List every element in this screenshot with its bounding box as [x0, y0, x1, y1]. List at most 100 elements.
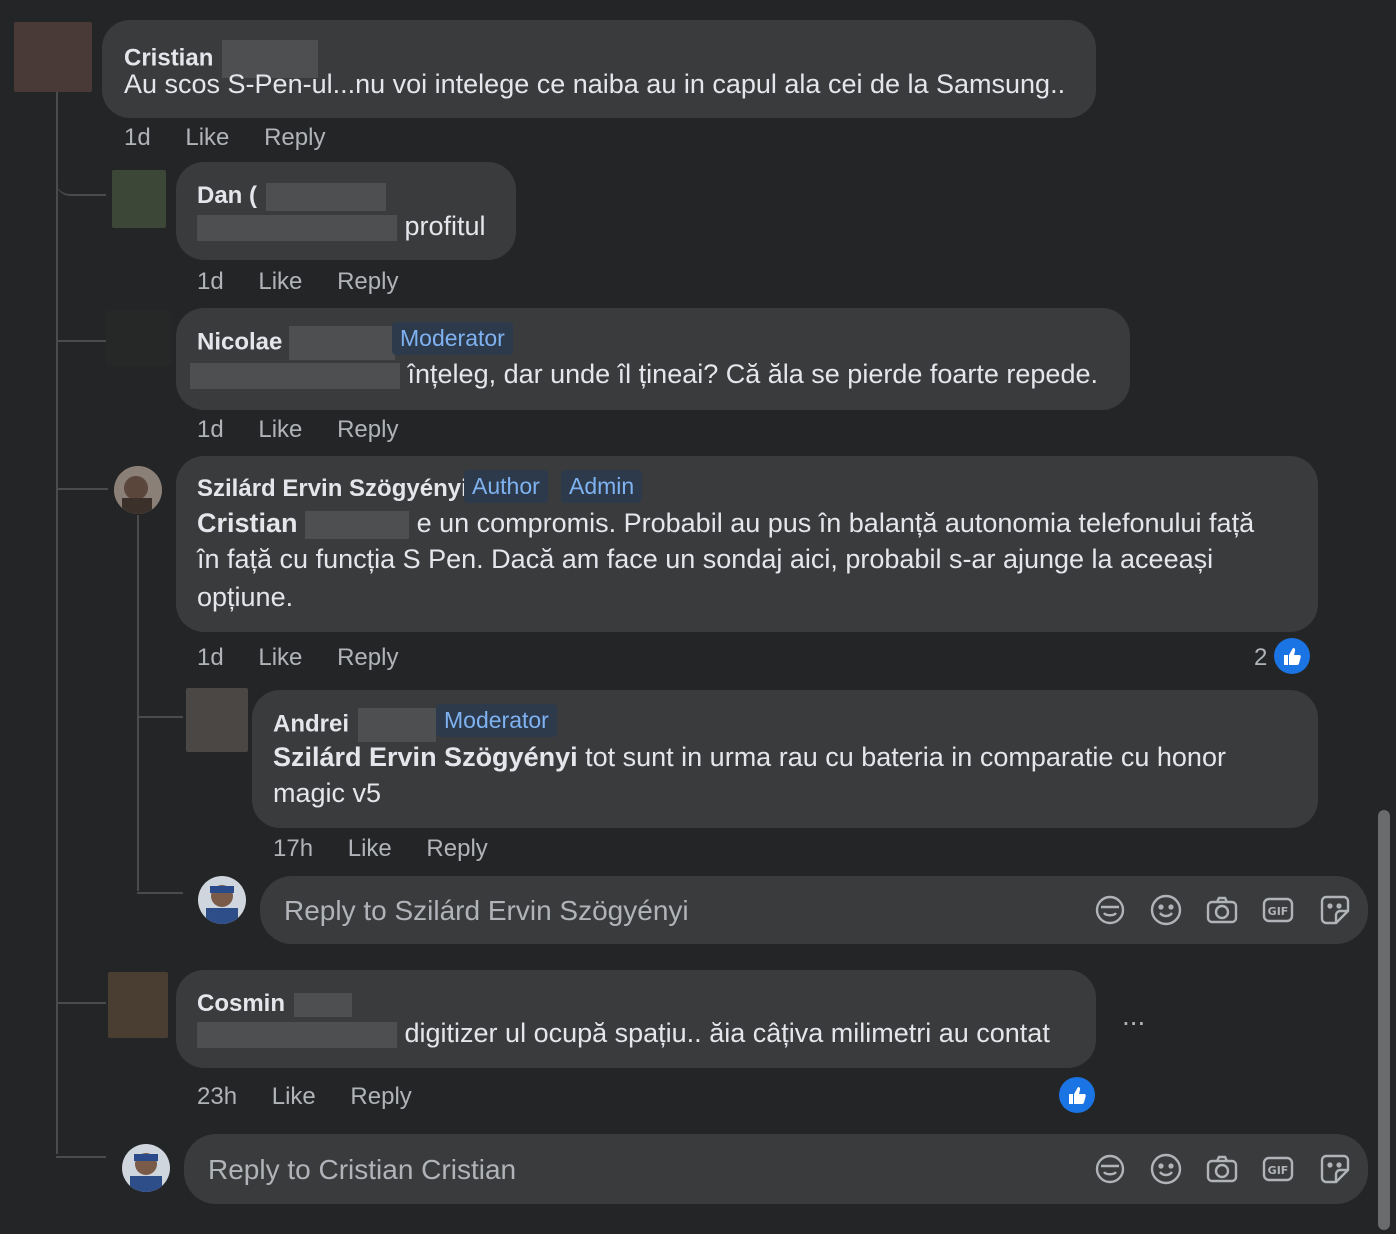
author-name[interactable]: Nicolae	[197, 328, 282, 355]
comment-author[interactable]: Szilárd Ervin Szögyényi	[197, 475, 468, 503]
moderator-badge: Moderator	[392, 322, 513, 355]
user-avatar-icon	[198, 876, 246, 924]
comment-text: înțeleg, dar unde îl țineai? Că ăla se p…	[190, 356, 1098, 393]
svg-text:GIF: GIF	[1268, 905, 1289, 918]
avatar[interactable]	[106, 310, 172, 366]
thread-connector	[137, 690, 183, 718]
avatar[interactable]	[112, 170, 166, 228]
redacted-block	[293, 992, 352, 1017]
avatar-portrait-icon	[114, 466, 162, 514]
sticker-icon[interactable]	[1318, 893, 1352, 927]
reply-button[interactable]: Reply	[337, 268, 398, 295]
reply-button[interactable]: Reply	[426, 835, 487, 862]
author-badge: Author	[464, 470, 548, 503]
comment-text: profitul	[197, 208, 486, 245]
like-button[interactable]: Like	[348, 835, 392, 862]
svg-text:GIF: GIF	[1268, 1164, 1289, 1177]
author-name[interactable]: Dan (	[197, 182, 257, 209]
thread-connector	[56, 314, 106, 342]
like-button[interactable]: Like	[258, 416, 302, 443]
like-button[interactable]: Like	[258, 644, 302, 671]
comment-actions: 1d Like Reply	[124, 124, 353, 152]
like-reaction-icon[interactable]	[1059, 1077, 1095, 1113]
avatar-sticker-icon[interactable]	[1093, 1152, 1127, 1186]
moderator-badge: Moderator	[436, 704, 557, 737]
comment-text: opțiune.	[197, 582, 294, 612]
reply-input[interactable]	[282, 888, 1066, 934]
reply-button[interactable]: Reply	[264, 124, 325, 151]
author-name[interactable]: Andrei	[273, 710, 349, 737]
redacted-block	[305, 510, 410, 539]
emoji-icon[interactable]	[1149, 1152, 1183, 1186]
comment-text-content: e un compromis. Probabil au pus în balan…	[416, 508, 1255, 538]
scrollbar-thumb[interactable]	[1378, 810, 1390, 1230]
comment-time[interactable]: 1d	[197, 416, 224, 443]
mention-link[interactable]: Cristian	[197, 508, 298, 538]
comment-actions: 1d Like Reply	[197, 644, 426, 672]
user-avatar-icon	[122, 1144, 170, 1192]
comment-time[interactable]: 17h	[273, 835, 313, 862]
avatar[interactable]	[114, 466, 162, 514]
comment-text: Au scos S-Pen-ul...nu voi intelege ce na…	[124, 69, 1066, 99]
comment-text: digitizer ul ocupă spațiu.. ăia câțiva m…	[197, 1015, 1050, 1052]
thumbs-up-icon	[1284, 648, 1301, 665]
comment-time[interactable]: 23h	[197, 1083, 237, 1110]
gif-icon[interactable]: GIF	[1261, 893, 1295, 927]
avatar[interactable]	[108, 972, 168, 1038]
comment-time[interactable]: 1d	[197, 644, 224, 671]
redacted-block	[190, 362, 400, 389]
thread-connector	[56, 976, 106, 1004]
gif-icon[interactable]: GIF	[1261, 1152, 1295, 1186]
current-user-avatar[interactable]	[198, 876, 246, 924]
avatar[interactable]	[14, 22, 92, 92]
comment-text-content: tot sunt in urma rau cu bateria in compa…	[585, 742, 1226, 772]
like-reaction-icon[interactable]	[1274, 638, 1310, 674]
avatar-sticker-icon[interactable]	[1093, 893, 1127, 927]
admin-badge: Admin	[561, 470, 643, 503]
current-user-avatar[interactable]	[122, 1144, 170, 1192]
redacted-block	[197, 1021, 397, 1048]
comment-author[interactable]: Nicolae	[197, 326, 396, 360]
comment-time[interactable]: 1d	[124, 124, 151, 151]
comment-text-content: înțeleg, dar unde îl țineai? Că ăla se p…	[407, 359, 1098, 389]
avatar[interactable]	[186, 688, 248, 752]
mention-link[interactable]: Szilárd Ervin Szögyényi	[273, 742, 578, 772]
comment-author[interactable]: Andrei	[273, 708, 436, 742]
reaction-count[interactable]: 2	[1254, 644, 1267, 672]
thread-connector	[137, 866, 183, 894]
emoji-icon[interactable]	[1149, 893, 1183, 927]
comment-text: în față cu funcția S Pen. Dacă am face u…	[197, 544, 1214, 574]
like-button[interactable]: Like	[258, 268, 302, 295]
thread-connector	[56, 1130, 106, 1158]
comment-actions: 1d Like Reply	[197, 268, 426, 296]
comment-text-content: profitul	[404, 211, 486, 241]
thread-connector	[56, 168, 106, 196]
comment-text: Cristian e un compromis. Probabil au pus…	[197, 505, 1254, 542]
redacted-block	[289, 326, 396, 360]
author-name[interactable]: Cosmin	[197, 990, 285, 1017]
reply-button[interactable]: Reply	[337, 644, 398, 671]
like-button[interactable]: Like	[272, 1083, 316, 1110]
like-button[interactable]: Like	[185, 124, 229, 151]
reply-button[interactable]: Reply	[350, 1083, 411, 1110]
more-options-button[interactable]: ...	[1122, 1000, 1145, 1032]
redacted-block	[357, 708, 436, 742]
comment-author[interactable]: Dan (	[197, 182, 386, 211]
sticker-icon[interactable]	[1318, 1152, 1352, 1186]
comment-actions: 1d Like Reply	[197, 416, 426, 444]
comment-text-content: digitizer ul ocupă spațiu.. ăia câțiva m…	[404, 1018, 1050, 1048]
comment-time[interactable]: 1d	[197, 268, 224, 295]
redacted-block	[197, 214, 397, 241]
comment-author[interactable]: Cosmin	[197, 990, 352, 1018]
camera-icon[interactable]	[1205, 1152, 1239, 1186]
camera-icon[interactable]	[1205, 893, 1239, 927]
thumbs-up-icon	[1069, 1087, 1086, 1104]
reply-input[interactable]	[206, 1147, 1030, 1193]
reply-button[interactable]: Reply	[337, 416, 398, 443]
redacted-block	[265, 182, 386, 211]
comment-text: magic v5	[273, 778, 382, 808]
comment-actions: 17h Like Reply	[273, 835, 516, 863]
comment-actions: 23h Like Reply	[197, 1083, 440, 1111]
thread-connector	[56, 462, 108, 490]
comment-text: Szilárd Ervin Szögyényi tot sunt in urma…	[273, 739, 1226, 776]
